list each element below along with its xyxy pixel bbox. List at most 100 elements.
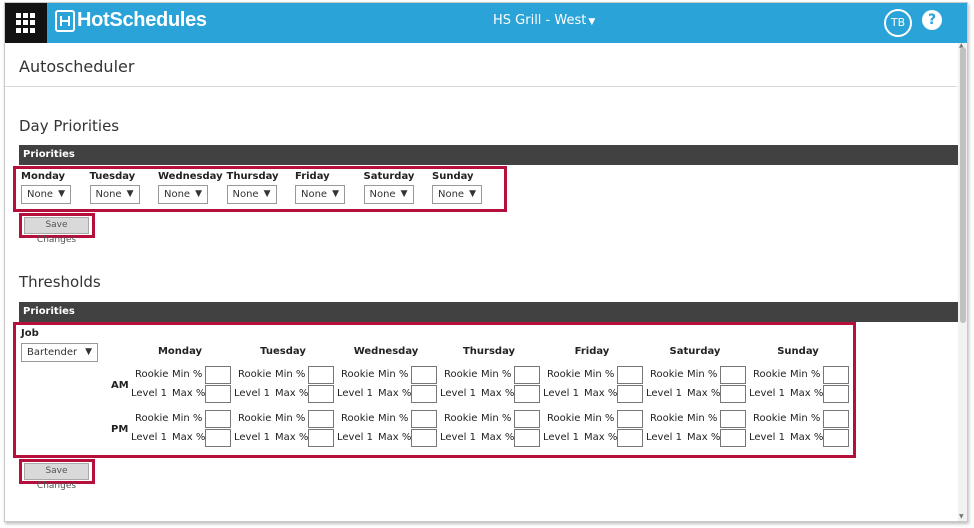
threshold-input[interactable] bbox=[308, 429, 334, 447]
user-avatar[interactable]: TB bbox=[884, 9, 912, 37]
threshold-input[interactable] bbox=[411, 429, 437, 447]
threshold-input[interactable] bbox=[411, 366, 437, 384]
priority-day-label: Thursday bbox=[226, 171, 279, 182]
threshold-input[interactable] bbox=[308, 366, 334, 384]
threshold-input[interactable] bbox=[205, 385, 231, 403]
max-percent-label: Max % bbox=[378, 432, 412, 443]
min-percent-label: Min % bbox=[481, 369, 512, 380]
threshold-input[interactable] bbox=[823, 410, 849, 428]
rookie-label: Rookie bbox=[444, 413, 478, 424]
max-percent-label: Max % bbox=[172, 432, 206, 443]
max-percent-label: Max % bbox=[584, 388, 618, 399]
priority-select-value: None bbox=[369, 189, 396, 200]
period-am: AM bbox=[111, 380, 129, 391]
threshold-input[interactable] bbox=[205, 366, 231, 384]
threshold-input[interactable] bbox=[411, 385, 437, 403]
app-launcher-button[interactable] bbox=[5, 3, 47, 43]
priority-select-value: None bbox=[301, 189, 328, 200]
threshold-input[interactable] bbox=[720, 429, 746, 447]
min-percent-label: Min % bbox=[687, 413, 718, 424]
hotschedules-logo-icon bbox=[55, 9, 75, 32]
top-bar: HotSchedules HS Grill - West ▼ TB ? bbox=[5, 3, 967, 43]
threshold-input[interactable] bbox=[720, 385, 746, 403]
min-percent-label: Min % bbox=[172, 369, 203, 380]
help-icon[interactable]: ? bbox=[922, 10, 942, 30]
app-window: HotSchedules HS Grill - West ▼ TB ? Autos… bbox=[4, 2, 968, 522]
day-priorities-title: Day Priorities bbox=[19, 117, 120, 135]
level1-label: Level 1 bbox=[234, 432, 270, 443]
priority-day-label: Monday bbox=[21, 171, 66, 182]
threshold-input[interactable] bbox=[720, 366, 746, 384]
level1-label: Level 1 bbox=[646, 388, 682, 399]
level1-label: Level 1 bbox=[543, 432, 579, 443]
thresholds-title: Thresholds bbox=[19, 273, 101, 291]
max-percent-label: Max % bbox=[687, 432, 721, 443]
level1-label: Level 1 bbox=[131, 388, 167, 399]
chevron-down-icon: ▼ bbox=[332, 189, 339, 199]
day-priorities-bar: Priorities bbox=[19, 145, 958, 165]
priority-select-value: None bbox=[438, 189, 465, 200]
scrollbar[interactable]: ▲ ▼ bbox=[958, 42, 967, 521]
rookie-label: Rookie bbox=[753, 413, 787, 424]
brand-logo[interactable]: HotSchedules bbox=[55, 9, 207, 32]
rookie-label: Rookie bbox=[341, 369, 375, 380]
threshold-input[interactable] bbox=[308, 385, 334, 403]
threshold-input[interactable] bbox=[617, 429, 643, 447]
priority-select-thursday[interactable]: None ▼ bbox=[226, 185, 277, 204]
threshold-input[interactable] bbox=[411, 410, 437, 428]
max-percent-label: Max % bbox=[275, 388, 309, 399]
threshold-day-header: Sunday bbox=[777, 346, 819, 357]
chevron-down-icon: ▼ bbox=[85, 347, 92, 357]
scroll-down-icon[interactable]: ▼ bbox=[959, 513, 964, 520]
min-percent-label: Min % bbox=[584, 413, 615, 424]
threshold-input[interactable] bbox=[617, 366, 643, 384]
priority-select-tuesday[interactable]: None ▼ bbox=[89, 185, 140, 204]
min-percent-label: Min % bbox=[275, 413, 306, 424]
save-thresholds-button[interactable]: Save Changes bbox=[24, 463, 89, 491]
save-priorities-button[interactable]: Save Changes bbox=[24, 217, 89, 245]
rookie-label: Rookie bbox=[341, 413, 375, 424]
priority-select-saturday[interactable]: None ▼ bbox=[363, 185, 414, 204]
threshold-input[interactable] bbox=[617, 410, 643, 428]
scrollbar-thumb[interactable] bbox=[960, 47, 966, 323]
rookie-label: Rookie bbox=[753, 369, 787, 380]
threshold-input[interactable] bbox=[514, 385, 540, 403]
threshold-input[interactable] bbox=[720, 410, 746, 428]
priority-select-value: None bbox=[232, 189, 259, 200]
threshold-input[interactable] bbox=[514, 410, 540, 428]
thresholds-bar: Priorities bbox=[19, 302, 958, 322]
chevron-down-icon: ▼ bbox=[126, 189, 134, 199]
priority-select-monday[interactable]: None ▼ bbox=[21, 185, 71, 204]
priority-select-wednesday[interactable]: None ▼ bbox=[158, 185, 208, 204]
job-label: Job bbox=[21, 328, 39, 339]
threshold-input[interactable] bbox=[823, 366, 849, 384]
priority-select-friday[interactable]: None ▼ bbox=[295, 185, 345, 204]
rookie-label: Rookie bbox=[547, 413, 581, 424]
min-percent-label: Min % bbox=[378, 413, 409, 424]
rookie-label: Rookie bbox=[135, 369, 169, 380]
min-percent-label: Min % bbox=[790, 369, 821, 380]
rookie-label: Rookie bbox=[444, 369, 478, 380]
max-percent-label: Max % bbox=[687, 388, 721, 399]
threshold-input[interactable] bbox=[205, 410, 231, 428]
chevron-down-icon: ▼ bbox=[588, 17, 596, 27]
chevron-down-icon: ▼ bbox=[263, 189, 271, 199]
max-percent-label: Max % bbox=[584, 432, 618, 443]
threshold-input[interactable] bbox=[514, 429, 540, 447]
threshold-input[interactable] bbox=[823, 385, 849, 403]
threshold-input[interactable] bbox=[308, 410, 334, 428]
job-select[interactable]: Bartender ▼ bbox=[21, 343, 98, 362]
min-percent-label: Min % bbox=[687, 369, 718, 380]
threshold-input[interactable] bbox=[205, 429, 231, 447]
period-pm: PM bbox=[111, 424, 129, 435]
chevron-down-icon: ▼ bbox=[400, 189, 408, 199]
threshold-input[interactable] bbox=[514, 366, 540, 384]
location-name: HS Grill - West bbox=[493, 13, 587, 28]
threshold-input[interactable] bbox=[823, 429, 849, 447]
priority-select-sunday[interactable]: None ▼ bbox=[432, 185, 482, 204]
threshold-input[interactable] bbox=[617, 385, 643, 403]
priority-day-label: Wednesday bbox=[158, 171, 223, 182]
location-selector[interactable]: HS Grill - West ▼ bbox=[493, 13, 595, 28]
priority-select-value: None bbox=[95, 189, 122, 200]
rookie-label: Rookie bbox=[547, 369, 581, 380]
